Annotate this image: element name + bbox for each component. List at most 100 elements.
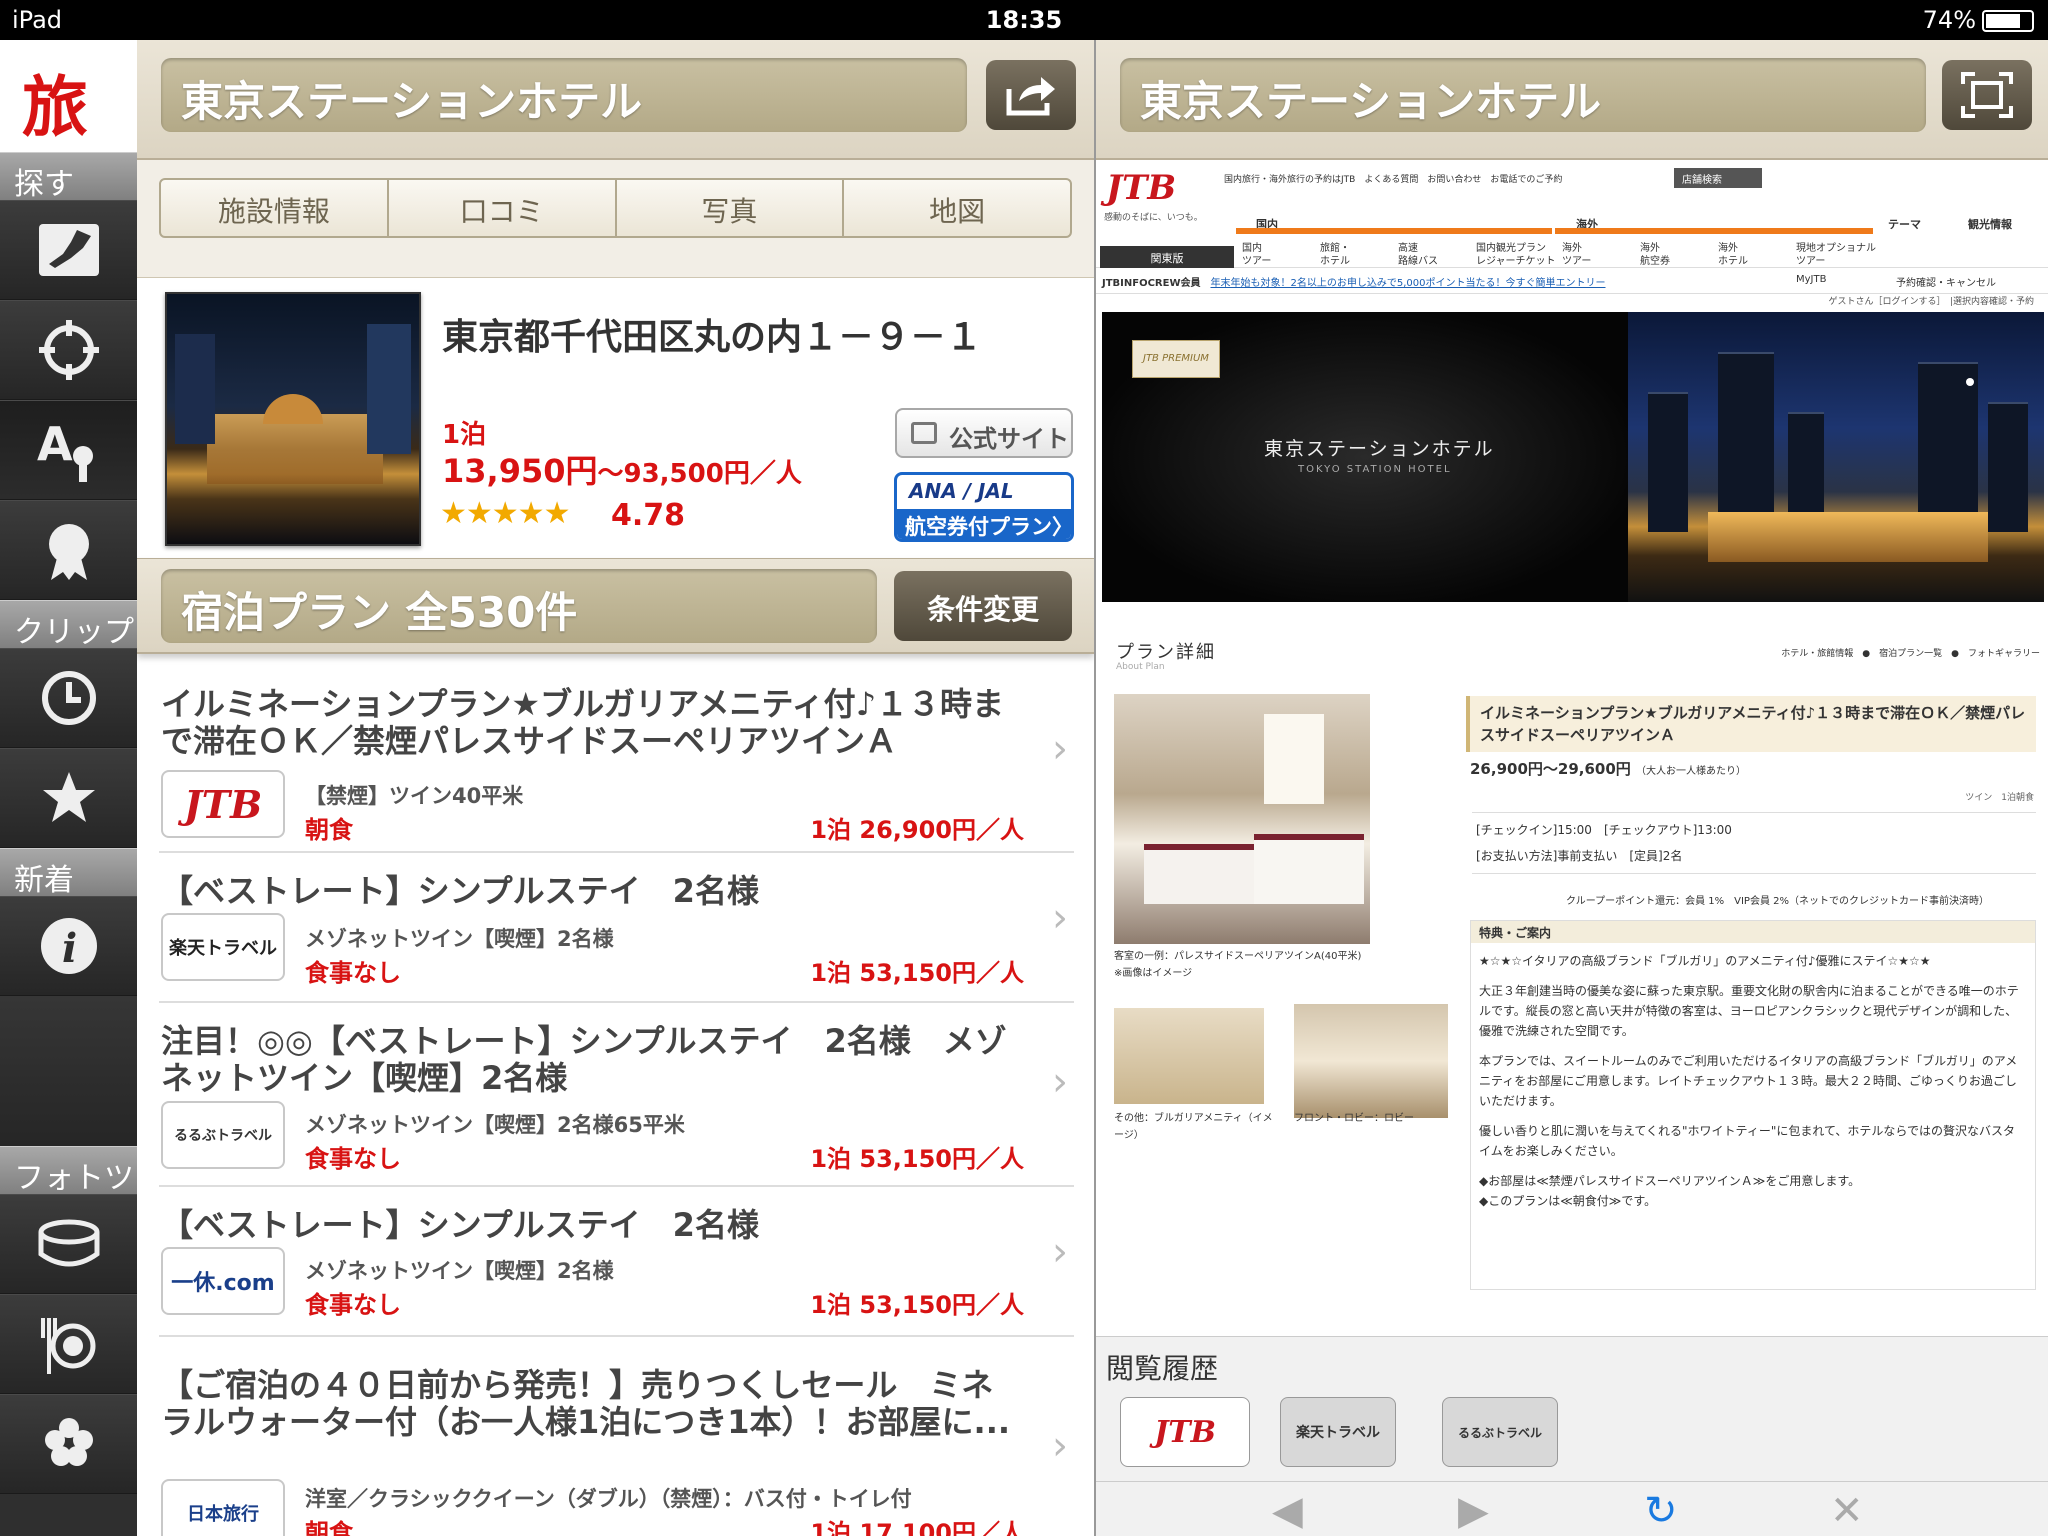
reservation-check-link[interactable]: 予約確認・キャンセル: [1896, 274, 1996, 289]
room-photo-caption: 客室の一例：パレスサイドスーペリアツインA(40平米) ※画像はイメージ: [1114, 951, 1362, 979]
guest-login-line[interactable]: ゲストさん［ログインする］ |選択内容確認・予約: [1096, 294, 2048, 312]
sidebar-map-button[interactable]: [0, 200, 137, 300]
chevron-right-icon: ›: [1052, 895, 1068, 941]
japan-map-icon: [38, 224, 99, 276]
nav-item[interactable]: 国内観光プラン レジャーチケット: [1476, 242, 1556, 268]
nav-item[interactable]: 旅館・ ホテル: [1320, 242, 1350, 268]
plan-item[interactable]: 注目！◎◎【ベストレート】シンプルステイ 2名様 メゾネットツイン【喫煙】2名様…: [159, 1003, 1074, 1187]
sidebar-ranking-button[interactable]: [0, 500, 137, 600]
tab-map[interactable]: 地図: [842, 180, 1070, 236]
nav-item[interactable]: 現地オプショナル ツアー: [1796, 242, 1876, 268]
nav-theme[interactable]: テーマ: [1888, 216, 1921, 232]
hotel-address: 東京都千代田区丸の内１－９－１: [442, 317, 983, 358]
plan-item[interactable]: 【ベストレート】シンプルステイ 2名様 一休.com メゾネットツイン【喫煙】2…: [159, 1187, 1074, 1337]
share-button[interactable]: [986, 60, 1076, 130]
plan-price: 1泊 53,150円／人: [810, 1291, 1024, 1319]
detail-subheading: About Plan: [1116, 662, 1165, 672]
nav-item[interactable]: 海外 ホテル: [1718, 242, 1748, 268]
room-photo[interactable]: [1114, 694, 1370, 944]
history-item[interactable]: るるぶトラベル: [1442, 1397, 1558, 1467]
chevron-right-icon: ›: [1052, 726, 1068, 772]
amenity-photo[interactable]: [1114, 1008, 1264, 1104]
lobby-caption: フロント・ロビー：ロビー: [1294, 1113, 1414, 1124]
fullscreen-button[interactable]: [1942, 60, 2032, 130]
banner-night-photo: [1628, 312, 2044, 602]
reload-icon[interactable]: ↻: [1644, 1488, 1678, 1534]
plan-item[interactable]: 【ベストレート】シンプルステイ 2名様 楽天トラベル メゾネットツイン【喫煙】2…: [159, 853, 1074, 1003]
provider-logo: JTB: [161, 770, 285, 838]
plan-price: 1泊 26,900円／人: [810, 816, 1024, 844]
section-search: 探す: [0, 152, 137, 202]
feature-line: 大正３年創建当時の優美な姿に蘇った東京駅。重要文化財の駅舎内に泊まることができる…: [1479, 984, 2019, 1038]
provider-logo: るるぶトラベル: [161, 1101, 285, 1169]
detail-links[interactable]: ホテル・旅館情報 ● 宿泊プラン一覧 ● フォトギャラリー: [1781, 646, 2040, 659]
flower-icon: [44, 1418, 93, 1466]
history-item[interactable]: 楽天トラベル: [1280, 1397, 1396, 1467]
plan-meal: 朝食: [305, 1519, 353, 1536]
jtb-top-links[interactable]: 国内旅行・海外旅行の予約はJTB よくある質問 お問い合わせ お電話でのご予約: [1224, 172, 1562, 185]
sidebar-history-button[interactable]: [0, 648, 137, 748]
nav-item[interactable]: 高速 路線バス: [1398, 242, 1438, 268]
plan-detail: プラン詳細 About Plan ホテル・旅館情報 ● 宿泊プラン一覧 ● フォ…: [1096, 602, 2048, 1290]
nav-item[interactable]: 海外 ツアー: [1562, 242, 1591, 268]
browser-toolbar: ◀ ▶ ↻ ✕: [1096, 1481, 2048, 1536]
close-icon[interactable]: ✕: [1830, 1488, 1864, 1534]
official-site-button[interactable]: 公式サイト: [895, 408, 1073, 458]
sidebar-location-button[interactable]: [0, 300, 137, 400]
sidebar-flower-button[interactable]: [0, 1394, 137, 1494]
app-logo[interactable]: 旅比: [0, 40, 137, 152]
campaign-link[interactable]: 年末年始も対象！2名以上のお申し込みで5,000ポイント当たる！今すぐ簡単エント…: [1211, 278, 1606, 289]
star-icon: [42, 772, 95, 822]
chevron-right-icon: ›: [1052, 1229, 1068, 1275]
nav-item[interactable]: 国内 ツアー: [1242, 242, 1271, 268]
feature-line: 優しい香りと肌に潤いを与えてくれる"ホワイトティー"に包まれて、ホテルならではの…: [1479, 1124, 2016, 1158]
banner-hotel-name-en: TOKYO STATION HOTEL: [1298, 464, 1452, 475]
fullscreen-icon: [1961, 72, 2013, 118]
myjtb-link[interactable]: MyJTB: [1796, 274, 1826, 285]
region-selector[interactable]: 関東版: [1100, 246, 1234, 268]
features-box: 特典・ご案内 ★☆★☆イタリアの高級ブランド「ブルガリ」のアメニティ付♪優雅にス…: [1470, 920, 2036, 1290]
plan-item[interactable]: 【ご宿泊の４０日前から発売！】売りつくしセール ミネラルウォーター付（お一人様1…: [159, 1337, 1074, 1536]
info-icon: i: [40, 918, 97, 974]
sidebar-info-button[interactable]: i: [0, 896, 137, 996]
section-clip: クリップ: [0, 600, 137, 650]
sidebar-onsen-button[interactable]: [0, 1194, 137, 1294]
plan-bar: 宿泊プラン 全530件 条件変更: [137, 558, 1094, 654]
plan-tags: ツイン 1泊朝食: [1965, 793, 2034, 803]
sidebar-keyword-button[interactable]: A: [0, 400, 137, 500]
tab-photos[interactable]: 写真: [614, 180, 843, 236]
nav-kanko[interactable]: 観光情報: [1968, 216, 2012, 232]
hotel-photo[interactable]: [165, 292, 421, 546]
sidebar-dining-button[interactable]: [0, 1294, 137, 1394]
nav-item[interactable]: 海外 航空券: [1640, 242, 1670, 268]
plan-meal: 食事なし: [305, 1291, 401, 1319]
plan-title: イルミネーションプラン★ブルガリアメニティ付♪１３時まで滞在ＯＫ／禁煙パレスサイ…: [161, 685, 1005, 760]
tab-facility[interactable]: 施設情報: [161, 180, 387, 236]
air-ticket-plan-button[interactable]: ANA / JAL 航空券付プラン〉: [894, 472, 1074, 542]
history-title: 閲覧履歴: [1106, 1352, 1219, 1385]
plan-item[interactable]: イルミネーションプラン★ブルガリアメニティ付♪１３時まで滞在ＯＫ／禁煙パレスサイ…: [159, 666, 1074, 853]
chevron-right-icon: ›: [1052, 1059, 1068, 1105]
change-conditions-button[interactable]: 条件変更: [894, 571, 1072, 641]
forward-icon[interactable]: ▶: [1458, 1488, 1489, 1534]
provider-logo: 一休.com: [161, 1247, 285, 1315]
sidebar-favorite-button[interactable]: [0, 748, 137, 848]
tab-reviews[interactable]: 口コミ: [386, 180, 615, 236]
feature-line: ◆このプランは≪朝食付≫です。: [1479, 1194, 1657, 1208]
status-bar: iPad 18:35 74%: [0, 0, 2048, 40]
plan-meal: 食事なし: [305, 1145, 401, 1173]
plan-meal: 食事なし: [305, 959, 401, 987]
plan-count: 宿泊プラン 全530件: [161, 569, 877, 643]
banner-hotel-name: 東京ステーションホテル: [1264, 438, 1495, 460]
lobby-photo[interactable]: [1294, 1004, 1448, 1118]
hotel-price: 13,950円～93,500円／人: [442, 452, 802, 490]
web-content[interactable]: JTB 感動のそばに、いつも。 国内旅行・海外旅行の予約はJTB よくある質問 …: [1096, 160, 2048, 1336]
right-title-bar: 東京ステーションホテル: [1096, 40, 2048, 160]
section-new: 新着: [0, 848, 137, 898]
hotel-tabs: 施設情報 口コミ 写真 地図: [137, 160, 1094, 278]
history-item[interactable]: JTB: [1120, 1397, 1250, 1467]
web-plan-title: イルミネーションプラン★ブルガリアメニティ付♪１３時まで滞在ＯＫ／禁煙パレスサイ…: [1466, 696, 2036, 752]
back-icon[interactable]: ◀: [1272, 1488, 1303, 1534]
checkin-info: [チェックイン]15:00 [チェックアウト]13:00 [お支払い方法]事前支払…: [1472, 812, 2036, 874]
store-search-button[interactable]: 店舗検索: [1674, 168, 1762, 188]
